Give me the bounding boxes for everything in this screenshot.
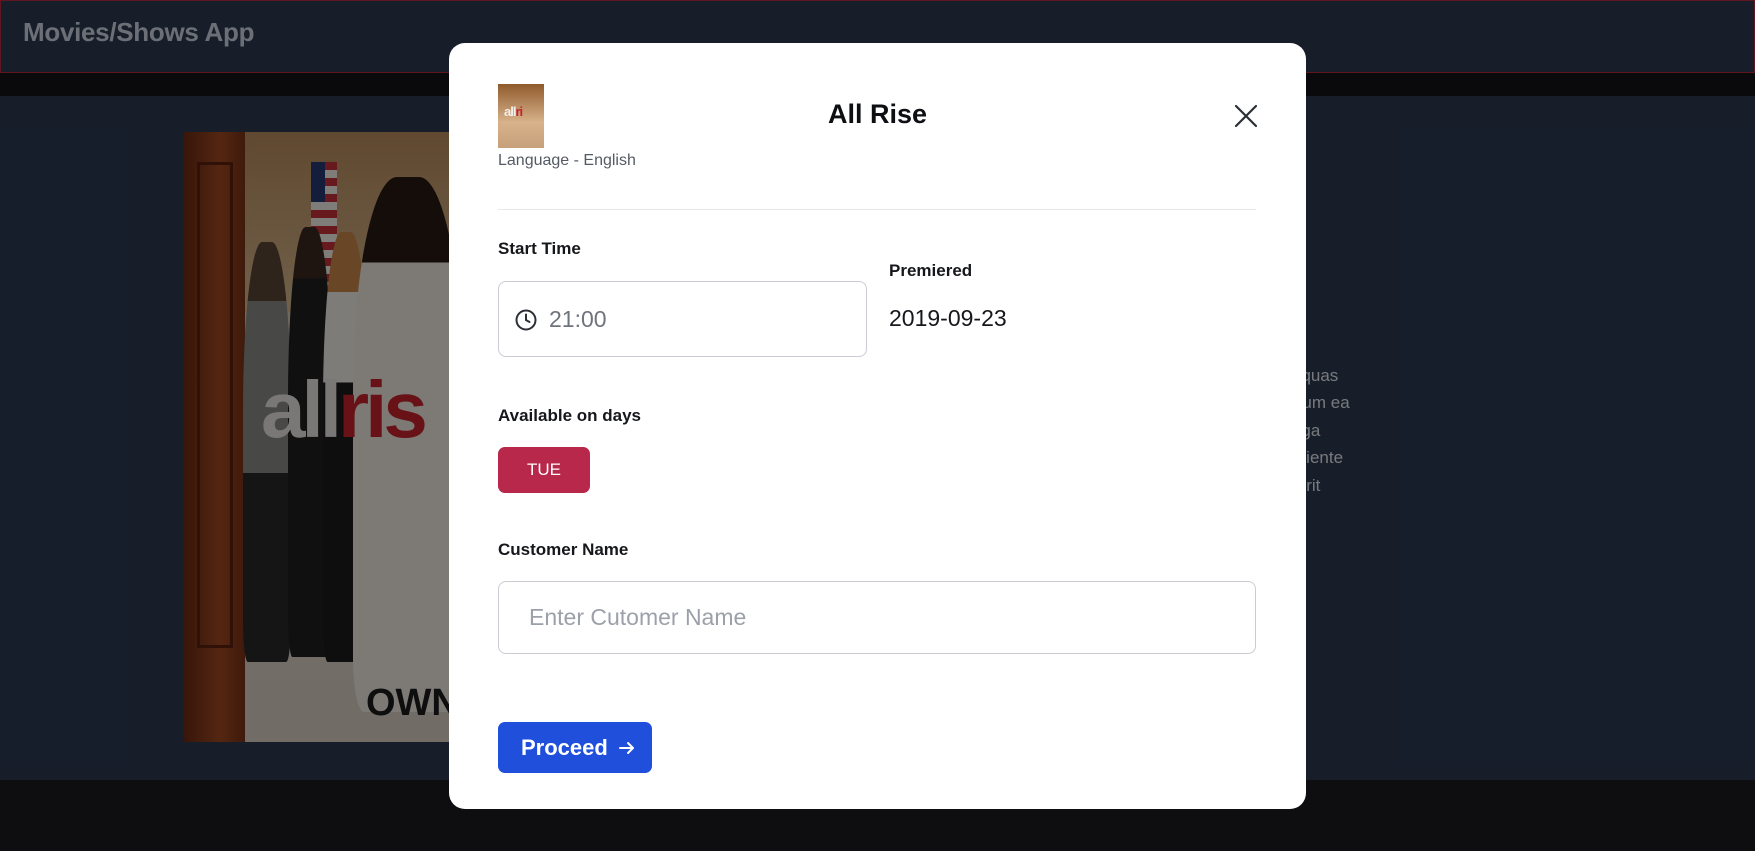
available-days-label: Available on days xyxy=(498,406,641,425)
start-time-label: Start Time xyxy=(498,239,581,258)
proceed-label: Proceed xyxy=(521,735,608,760)
customer-name-input[interactable] xyxy=(498,581,1256,654)
start-time-value: 21:00 xyxy=(549,306,607,332)
clock-icon xyxy=(515,309,537,331)
customer-name-label: Customer Name xyxy=(498,540,629,559)
modal-title: All Rise xyxy=(827,99,928,129)
premiered-value: 2019-09-23 xyxy=(889,305,1007,331)
start-time-field[interactable]: 21:00 xyxy=(498,281,867,357)
close-icon xyxy=(1234,104,1258,128)
header-divider xyxy=(498,209,1256,210)
proceed-button[interactable]: Proceed xyxy=(498,722,652,773)
arrow-right-icon xyxy=(619,742,634,754)
close-button[interactable] xyxy=(1232,102,1260,130)
language-label: Language - English xyxy=(498,152,636,169)
premiered-label: Premiered xyxy=(889,261,973,280)
booking-modal: allri Language - English All Rise Start … xyxy=(449,43,1306,809)
day-chip-tue[interactable]: TUE xyxy=(498,447,590,493)
